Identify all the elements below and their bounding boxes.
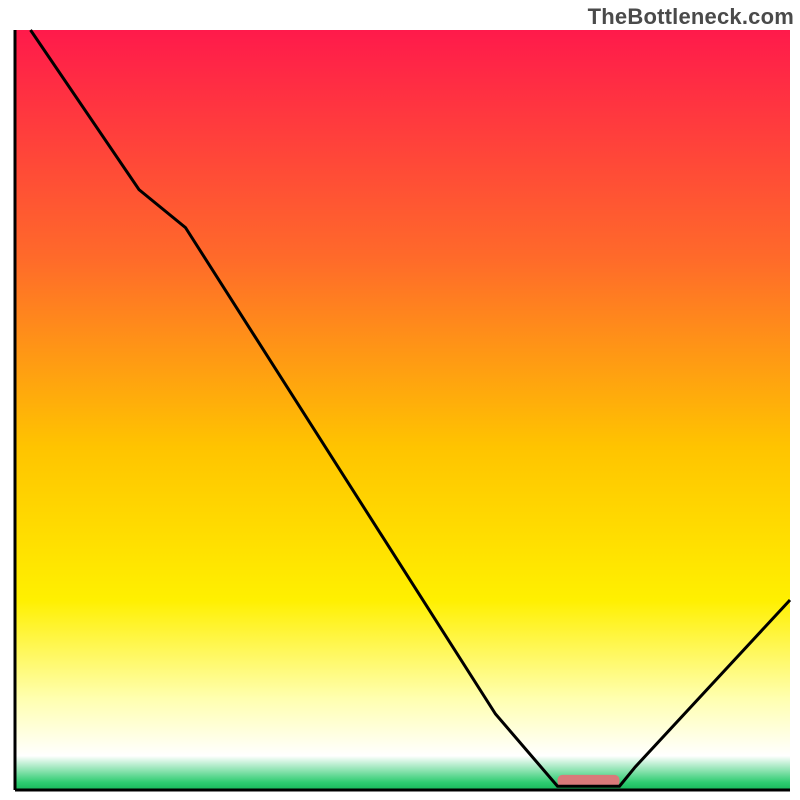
- chart-svg: [0, 0, 800, 800]
- watermark-label: TheBottleneck.com: [588, 4, 794, 30]
- chart-background: [15, 30, 790, 790]
- bottleneck-chart: TheBottleneck.com: [0, 0, 800, 800]
